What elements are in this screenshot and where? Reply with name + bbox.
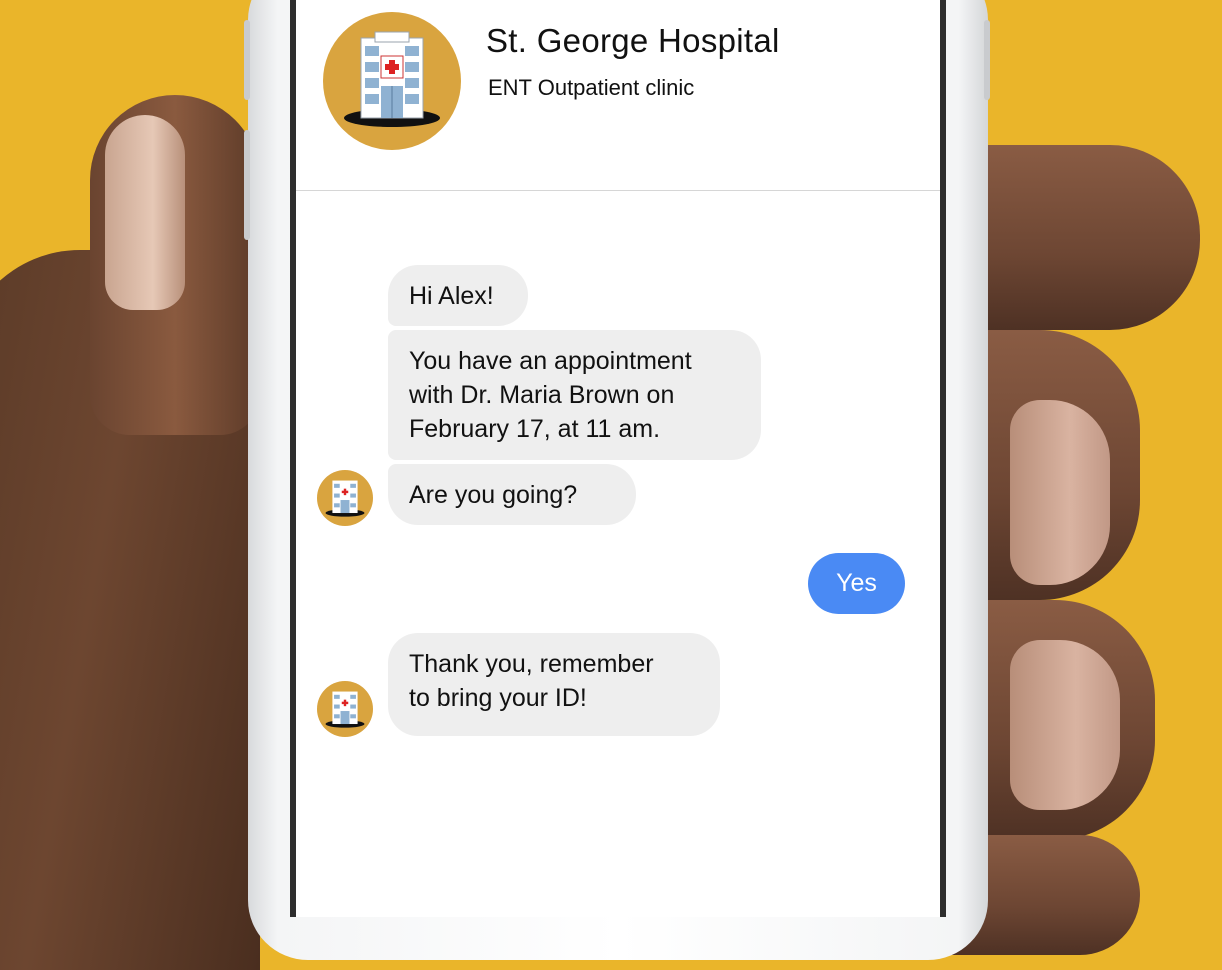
- hospital-avatar-small[interactable]: [317, 470, 373, 526]
- hospital-building-icon: [325, 480, 365, 517]
- message-bubble: Are you going?: [388, 464, 636, 525]
- hospital-building-icon: [344, 31, 440, 127]
- hospital-avatar[interactable]: [323, 12, 461, 150]
- thumbnail: [105, 115, 185, 310]
- chat-title: St. George Hospital: [486, 22, 780, 59]
- chat-subtitle: ENT Outpatient clinic: [488, 75, 695, 100]
- phone-screen: St. George Hospital ENT Outpatient clini…: [290, 0, 946, 917]
- message-line: Thank you, remember: [409, 650, 654, 678]
- message-line: with Dr. Maria Brown on: [409, 381, 675, 409]
- hospital-building-icon: [325, 691, 365, 728]
- message-bubble: Hi Alex!: [388, 265, 528, 326]
- message-line: to bring your ID!: [409, 684, 587, 712]
- reply-bubble: Yes: [808, 553, 905, 614]
- reply-text: Yes: [836, 569, 877, 597]
- volume-button[interactable]: [244, 130, 250, 240]
- message-line: February 17, at 11 am.: [409, 415, 661, 443]
- message-text: Are you going?: [409, 481, 578, 509]
- volume-button[interactable]: [244, 20, 250, 100]
- message-text: Hi Alex!: [409, 282, 494, 310]
- message-line: You have an appointment: [409, 347, 692, 375]
- hospital-avatar-small[interactable]: [317, 681, 373, 737]
- message-bubble: Thank you, remember to bring your ID!: [388, 633, 720, 736]
- message-bubble: You have an appointment with Dr. Maria B…: [388, 330, 761, 460]
- fingernail: [1010, 400, 1110, 585]
- chat-header: St. George Hospital ENT Outpatient clini…: [296, 0, 940, 191]
- power-button[interactable]: [984, 20, 990, 100]
- fingernail: [1010, 640, 1120, 810]
